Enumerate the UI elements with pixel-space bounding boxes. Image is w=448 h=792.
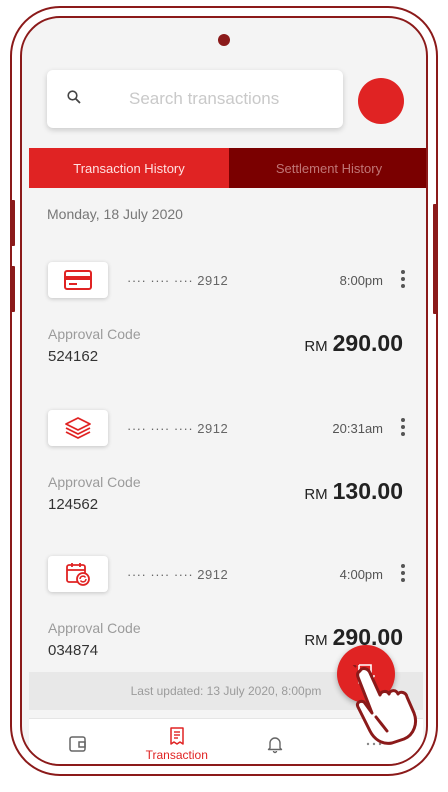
pointing-hand-icon (352, 665, 418, 745)
receipt-icon (170, 727, 184, 745)
credit-card-icon (64, 270, 92, 290)
currency-label: RM (304, 632, 328, 649)
approval-code-value: 124562 (48, 496, 99, 513)
transaction-row[interactable]: ···· ···· ···· 2912 8:00pm Approval Code… (29, 258, 423, 388)
wallet-icon (69, 736, 86, 752)
calendar-refresh-icon (66, 563, 90, 586)
transaction-icon-box (48, 556, 108, 592)
approval-code-label: Approval Code (48, 620, 141, 636)
phone-side-button-left-2 (10, 266, 15, 312)
transaction-amount: RM 130.00 (304, 478, 403, 505)
bell-icon (268, 737, 283, 754)
history-tabs: Transaction History Settlement History (29, 148, 426, 188)
transaction-time: 8:00pm (339, 273, 383, 288)
approval-code-label: Approval Code (48, 326, 141, 342)
transaction-time: 4:00pm (339, 567, 383, 582)
layers-icon (65, 417, 91, 439)
transaction-time: 20:31am (332, 421, 383, 436)
more-options-icon[interactable] (401, 270, 405, 291)
transaction-list: Monday, 18 July 2020 ···· ···· ···· 2912… (29, 188, 423, 718)
card-number: ···· ···· ···· 2912 (127, 273, 229, 288)
currency-label: RM (304, 486, 328, 503)
nav-item-notifications[interactable] (226, 719, 325, 764)
approval-code-value: 524162 (48, 348, 99, 365)
transaction-icon-box (48, 262, 108, 298)
amount-value: 290.00 (332, 330, 403, 356)
search-input[interactable] (127, 84, 331, 114)
phone-side-button-left-1 (10, 200, 15, 246)
transaction-row[interactable]: ···· ···· ···· 2912 20:31am Approval Cod… (29, 406, 423, 536)
transaction-icon-box (48, 410, 108, 446)
amount-value: 130.00 (332, 478, 403, 504)
search-icon (67, 90, 81, 104)
card-number: ···· ···· ···· 2912 (127, 421, 229, 436)
nav-item-wallet[interactable] (29, 719, 128, 764)
camera-dot (218, 34, 230, 46)
transaction-amount: RM 290.00 (304, 330, 403, 357)
nav-label-transaction: Transaction (145, 748, 208, 762)
card-number: ···· ···· ···· 2912 (127, 567, 229, 582)
currency-label: RM (304, 338, 328, 355)
more-options-icon[interactable] (401, 564, 405, 585)
tab-settlement-history[interactable]: Settlement History (229, 148, 426, 188)
avatar[interactable] (358, 78, 404, 124)
phone-side-button-right (433, 204, 438, 314)
search-bar[interactable] (47, 70, 343, 128)
approval-code-value: 034874 (48, 642, 99, 659)
tab-transaction-history[interactable]: Transaction History (29, 148, 229, 188)
approval-code-label: Approval Code (48, 474, 141, 490)
date-header: Monday, 18 July 2020 (47, 206, 183, 222)
nav-item-transaction[interactable]: Transaction (128, 719, 227, 764)
more-options-icon[interactable] (401, 418, 405, 439)
